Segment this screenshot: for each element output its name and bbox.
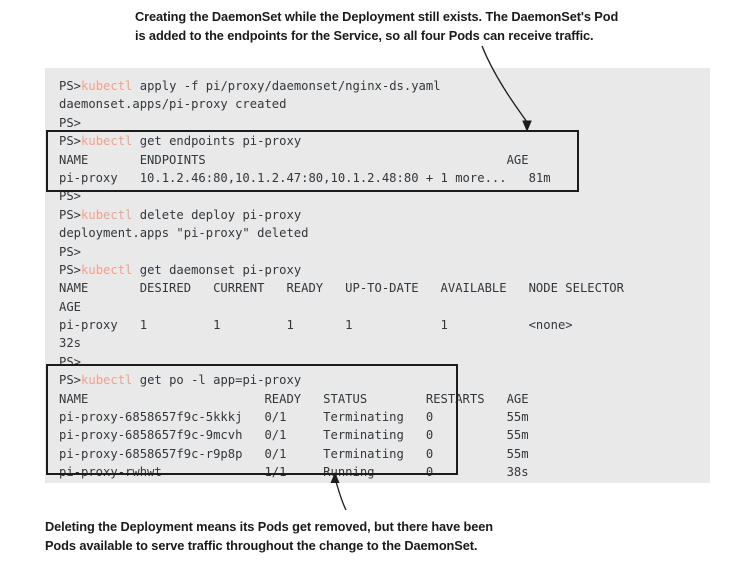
prompt-label: PS> [59,134,82,149]
prompt-label: PS> [59,262,82,277]
prompt-label: PS> [59,79,82,93]
terminal-line: NAME ENDPOINTS AGE [59,152,529,167]
kubectl-keyword: kubectl [81,207,133,222]
terminal-line: daemonset.apps/pi-proxy created [59,97,287,112]
terminal-line: 32s [59,336,82,351]
bottom-caption-line-1: Deleting the Deployment means its Pods g… [45,519,494,534]
terminal-line: pi-proxy-6858657f9c-9mcvh 0/1 Terminatin… [59,428,529,443]
terminal-line: PS> [59,244,82,259]
terminal-panel: PS>kubectl apply -f pi/proxy/daemonset/n… [45,68,710,483]
terminal-line: deployment.apps "pi-proxy" deleted [59,226,309,241]
top-caption: Creating the DaemonSet while the Deploym… [135,7,618,45]
terminal-line: pi-proxy 1 1 1 1 1 <none> [59,318,573,333]
terminal-line: pi-proxy-rwhwt 1/1 Running 0 38s [59,465,529,480]
kubectl-keyword: kubectl [81,134,133,149]
terminal-line: pi-proxy 10.1.2.46:80,10.1.2.47:80,10.1.… [59,170,551,185]
terminal-line: PS> [59,354,82,369]
command-args: apply -f pi/proxy/daemonset/nginx-ds.yam… [132,79,441,93]
kubectl-keyword: kubectl [81,79,133,93]
bottom-caption-line-2: Pods available to serve traffic througho… [45,538,478,553]
bottom-caption: Deleting the Deployment means its Pods g… [45,517,493,555]
kubectl-keyword: kubectl [81,262,133,277]
terminal-line: AGE [59,299,82,314]
terminal-line: PS>kubectl delete deploy pi-proxy [45,206,710,224]
command-args: get daemonset pi-proxy [132,262,302,277]
kubectl-keyword: kubectl [81,373,133,388]
terminal-line: pi-proxy-6858657f9c-5kkkj 0/1 Terminatin… [59,410,529,425]
top-caption-line-1: Creating the DaemonSet while the Deploym… [135,9,619,24]
command-args: get po -l app=pi-proxy [132,373,302,388]
prompt-label: PS> [59,373,82,388]
terminal-line: PS>kubectl get endpoints pi-proxy [45,132,710,150]
command-args: get endpoints pi-proxy [132,134,302,149]
terminal-line: NAME DESIRED CURRENT READY UP-TO-DATE AV… [59,281,624,296]
terminal-line: PS>kubectl get po -l app=pi-proxy [45,371,710,389]
prompt-label: PS> [59,207,82,222]
command-args: delete deploy pi-proxy [132,207,302,222]
terminal-line: PS> [59,189,82,204]
top-caption-line-2: is added to the endpoints for the Servic… [135,28,594,43]
terminal-line: PS>kubectl apply -f pi/proxy/daemonset/n… [45,77,710,95]
terminal-line: NAME READY STATUS RESTARTS AGE [59,391,529,406]
terminal-line: PS> [59,115,82,130]
terminal-line: PS>kubectl get daemonset pi-proxy [45,261,710,279]
terminal-line: pi-proxy-6858657f9c-r9p8p 0/1 Terminatin… [59,446,529,461]
